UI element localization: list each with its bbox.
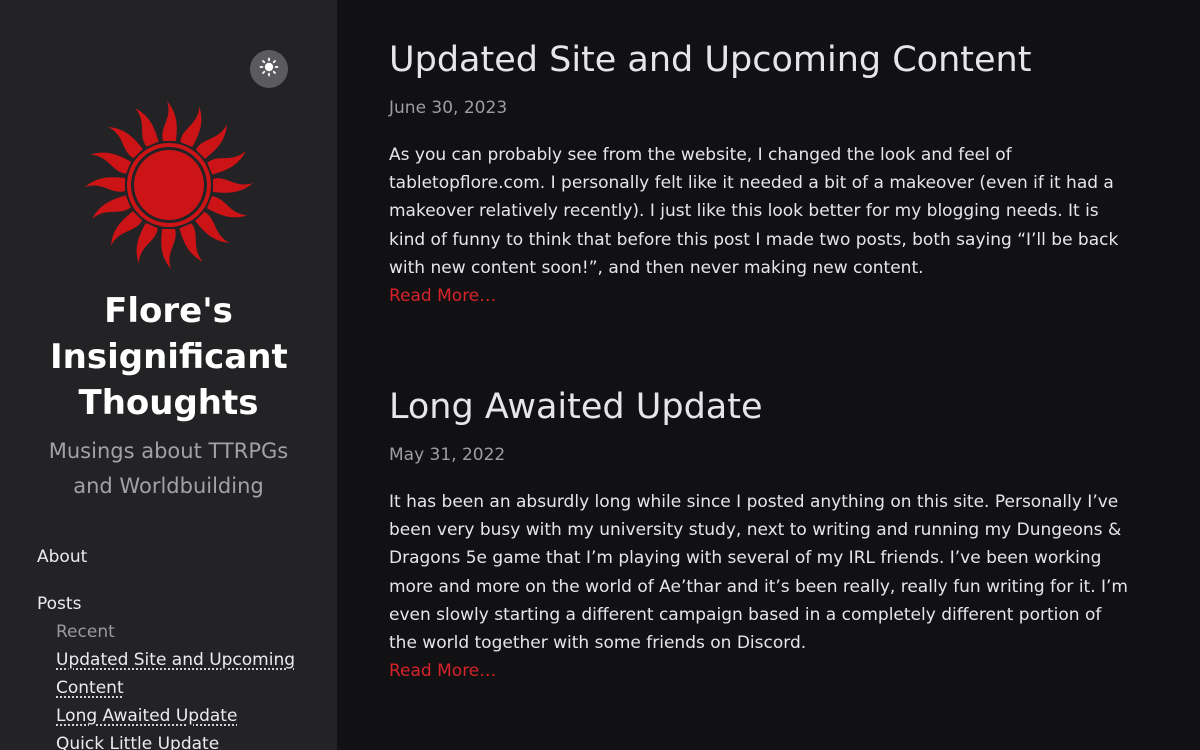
- nav-item-posts[interactable]: Posts: [37, 590, 327, 618]
- post-excerpt: As you can probably see from the website…: [389, 145, 1119, 278]
- site-title[interactable]: Flore's Insignificant Thoughts: [0, 288, 337, 426]
- recent-post-link[interactable]: Long Awaited Update: [56, 702, 306, 730]
- sidebar: Flore's Insignificant Thoughts Musings a…: [0, 0, 337, 750]
- read-more-link[interactable]: Read More…: [389, 657, 496, 685]
- sun-icon: [259, 57, 279, 81]
- read-more-link[interactable]: Read More…: [389, 282, 496, 310]
- post-title-link[interactable]: Long Awaited Update: [389, 385, 763, 429]
- recent-post-link[interactable]: Quick Little Update: [56, 730, 306, 750]
- sidebar-nav: About Posts Recent Updated Site and Upco…: [37, 543, 327, 750]
- site-subtitle: Musings about TTRPGs and Worldbuilding: [48, 439, 289, 498]
- recent-heading: Recent: [56, 622, 115, 642]
- post-excerpt: It has been an absurdly long while since…: [389, 492, 1128, 654]
- theme-toggle-button[interactable]: [250, 50, 288, 88]
- post-date: June 30, 2023: [389, 98, 508, 118]
- post-title-link[interactable]: Updated Site and Upcoming Content: [389, 38, 1031, 82]
- post-date: May 31, 2022: [389, 445, 506, 465]
- red-sun-logo-icon[interactable]: [84, 100, 254, 270]
- nav-item-about[interactable]: About: [37, 543, 327, 571]
- recent-post-link[interactable]: Updated Site and Upcoming Content: [56, 646, 306, 702]
- recent-posts-list: Recent Updated Site and Upcoming Content…: [37, 618, 327, 750]
